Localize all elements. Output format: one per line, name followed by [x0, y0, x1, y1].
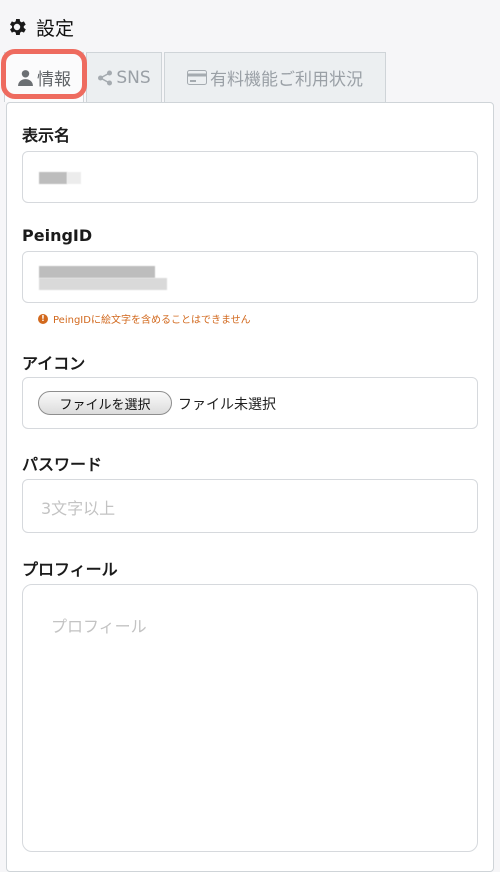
- tab-paid-features[interactable]: 有料機能ご利用状況: [164, 52, 386, 102]
- credit-card-icon: [187, 70, 207, 85]
- redacted-text: [39, 266, 155, 278]
- peing-id-warning: ! PeingIDに絵文字を含めることはできません: [38, 311, 251, 326]
- password-placeholder: 3文字以上: [41, 499, 116, 518]
- user-icon: [18, 70, 33, 86]
- settings-tabs: 情報 SNS 有料機能ご利用状況: [0, 49, 500, 104]
- profile-textarea[interactable]: プロフィール: [22, 584, 478, 852]
- choose-file-button[interactable]: ファイルを選択: [38, 391, 172, 415]
- tab-sns-label: SNS: [116, 67, 151, 88]
- redacted-text: [67, 172, 81, 184]
- password-label: パスワード: [22, 455, 103, 474]
- share-icon: [98, 70, 113, 85]
- peing-id-input[interactable]: [22, 251, 478, 303]
- profile-placeholder: プロフィール: [51, 617, 147, 636]
- page-title: 設定: [36, 17, 75, 40]
- display-name-input[interactable]: [22, 151, 478, 203]
- display-name-label: 表示名: [22, 126, 71, 145]
- page-header: 設定: [6, 12, 74, 42]
- redacted-text: [39, 278, 167, 290]
- icon-label: アイコン: [22, 354, 86, 373]
- redacted-text: [39, 172, 67, 184]
- gear-icon: [10, 19, 26, 35]
- profile-label: プロフィール: [22, 560, 118, 579]
- tab-info-label: 情報: [37, 70, 71, 90]
- peing-id-warning-text: PeingIDに絵文字を含めることはできません: [53, 315, 251, 326]
- password-input[interactable]: 3文字以上: [22, 479, 478, 533]
- peing-id-label: PeingID: [22, 226, 93, 245]
- exclamation-icon: !: [38, 313, 48, 324]
- tab-info[interactable]: 情報: [1, 49, 87, 102]
- tab-paid-label: 有料機能ご利用状況: [210, 70, 363, 90]
- file-status: ファイル未選択: [178, 397, 276, 413]
- tab-sns[interactable]: SNS: [86, 52, 162, 102]
